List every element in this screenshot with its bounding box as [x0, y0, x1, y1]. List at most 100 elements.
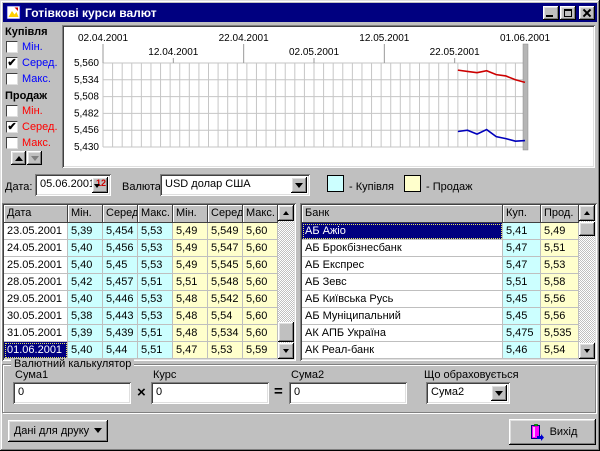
column-header[interactable]: Дата: [4, 205, 68, 223]
table-cell[interactable]: 5,51: [138, 342, 173, 359]
table-cell[interactable]: 5,51: [173, 274, 208, 291]
table-cell[interactable]: 5,443: [103, 308, 138, 325]
table-cell[interactable]: 5,545: [208, 257, 243, 274]
table-cell[interactable]: 5,51: [541, 240, 579, 257]
scale-down-button[interactable]: [27, 151, 42, 165]
print-data-button[interactable]: Дані для друку: [8, 420, 108, 442]
table-cell[interactable]: 5,51: [138, 325, 173, 342]
table-cell[interactable]: 5,535: [541, 325, 579, 342]
checkbox-box[interactable]: [6, 73, 18, 85]
table-cell[interactable]: 5,40: [68, 257, 103, 274]
table-cell[interactable]: 01.06.2001: [4, 342, 68, 359]
date-input[interactable]: 05.06.2001 12: [35, 174, 111, 196]
column-header[interactable]: Макс.: [138, 205, 173, 223]
rate-input[interactable]: 0: [151, 382, 269, 404]
table-cell[interactable]: 5,44: [103, 342, 138, 359]
table-cell[interactable]: 28.05.2001: [4, 274, 68, 291]
table-cell[interactable]: 5,45: [503, 308, 541, 325]
table-cell[interactable]: 30.05.2001: [4, 308, 68, 325]
table-cell[interactable]: АБ Брокбізнесбанк: [302, 240, 503, 257]
banks-scrollbar[interactable]: [579, 205, 595, 359]
checkbox-buy-max[interactable]: Макс.: [6, 72, 51, 86]
table-cell[interactable]: 24.05.2001: [4, 240, 68, 257]
sum1-input[interactable]: 0: [13, 382, 131, 404]
table-cell[interactable]: 5,56: [541, 291, 579, 308]
table-cell[interactable]: 5,47: [503, 257, 541, 274]
sum2-input[interactable]: 0: [289, 382, 407, 404]
table-cell[interactable]: 5,60: [243, 223, 278, 240]
calendar-button[interactable]: 12: [92, 177, 108, 193]
exit-button[interactable]: Вихід: [509, 419, 596, 445]
table-cell[interactable]: 25.05.2001: [4, 257, 68, 274]
table-cell[interactable]: 5,53: [138, 240, 173, 257]
table-cell[interactable]: 5,40: [68, 291, 103, 308]
table-cell[interactable]: АК АПБ Україна: [302, 325, 503, 342]
checkbox-buy-avg[interactable]: ✔ Серед.: [6, 56, 58, 70]
table-cell[interactable]: 5,54: [541, 342, 579, 359]
chart-date-cursor[interactable]: [523, 44, 528, 150]
table-cell[interactable]: 5,39: [68, 325, 103, 342]
scale-up-button[interactable]: [11, 151, 26, 165]
column-header[interactable]: Куп.: [503, 205, 541, 223]
table-cell[interactable]: 5,42: [68, 274, 103, 291]
scroll-thumb[interactable]: [278, 322, 294, 342]
scroll-thumb[interactable]: [579, 222, 595, 236]
checkbox-box[interactable]: ✔: [6, 121, 18, 133]
table-cell[interactable]: 5,60: [243, 257, 278, 274]
table-cell[interactable]: 5,60: [243, 274, 278, 291]
close-button[interactable]: [579, 6, 595, 20]
currency-select[interactable]: USD долар США: [160, 174, 310, 196]
table-cell[interactable]: 5,547: [208, 240, 243, 257]
table-cell[interactable]: 5,49: [173, 240, 208, 257]
table-cell[interactable]: 5,40: [68, 240, 103, 257]
table-cell[interactable]: АБ Муніципальний: [302, 308, 503, 325]
table-cell[interactable]: 5,456: [103, 240, 138, 257]
table-cell[interactable]: 5,49: [173, 257, 208, 274]
table-cell[interactable]: 5,56: [541, 308, 579, 325]
column-header[interactable]: Макс.: [243, 205, 278, 223]
table-cell[interactable]: АБ Зевс: [302, 274, 503, 291]
result-mode-select[interactable]: Сума2: [426, 382, 510, 404]
table-cell[interactable]: 5,38: [68, 308, 103, 325]
column-header[interactable]: Мін.: [68, 205, 103, 223]
checkbox-sell-min[interactable]: Мін.: [6, 104, 43, 118]
column-header[interactable]: Серед.: [103, 205, 138, 223]
scroll-up-button[interactable]: [278, 205, 294, 221]
table-cell[interactable]: 5,60: [243, 325, 278, 342]
table-cell[interactable]: 5,45: [503, 291, 541, 308]
table-cell[interactable]: 5,58: [541, 274, 579, 291]
table-cell[interactable]: АБ Київська Русь: [302, 291, 503, 308]
table-cell[interactable]: 5,534: [208, 325, 243, 342]
checkbox-buy-min[interactable]: Мін.: [6, 40, 43, 54]
table-cell[interactable]: АБ Ажіо: [302, 223, 503, 240]
title-bar[interactable]: Готівкові курси валют: [3, 3, 597, 22]
checkbox-sell-max[interactable]: Макс.: [6, 136, 51, 150]
table-cell[interactable]: 5,439: [103, 325, 138, 342]
table-cell[interactable]: 5,54: [208, 308, 243, 325]
table-cell[interactable]: 5,47: [173, 342, 208, 359]
table-cell[interactable]: 5,549: [208, 223, 243, 240]
table-cell[interactable]: 5,49: [173, 223, 208, 240]
column-header[interactable]: Серед.: [208, 205, 243, 223]
table-cell[interactable]: 5,475: [503, 325, 541, 342]
checkbox-box[interactable]: [6, 41, 18, 53]
table-cell[interactable]: 5,53: [138, 308, 173, 325]
table-cell[interactable]: 5,46: [503, 342, 541, 359]
table-cell[interactable]: 5,40: [68, 342, 103, 359]
table-cell[interactable]: 5,45: [103, 257, 138, 274]
table-cell[interactable]: 5,53: [541, 257, 579, 274]
table-cell[interactable]: 5,542: [208, 291, 243, 308]
table-cell[interactable]: 5,48: [173, 325, 208, 342]
table-cell[interactable]: 5,49: [541, 223, 579, 240]
column-header[interactable]: Мін.: [173, 205, 208, 223]
table-cell[interactable]: 23.05.2001: [4, 223, 68, 240]
column-header[interactable]: Прод.: [541, 205, 579, 223]
table-cell[interactable]: 5,53: [138, 223, 173, 240]
currency-dropdown-button[interactable]: [291, 177, 307, 193]
table-cell[interactable]: 5,59: [243, 342, 278, 359]
table-cell[interactable]: 5,48: [173, 308, 208, 325]
table-cell[interactable]: 5,47: [503, 240, 541, 257]
scroll-down-button[interactable]: [579, 343, 595, 359]
table-cell[interactable]: 5,53: [138, 257, 173, 274]
checkbox-box[interactable]: [6, 137, 18, 149]
